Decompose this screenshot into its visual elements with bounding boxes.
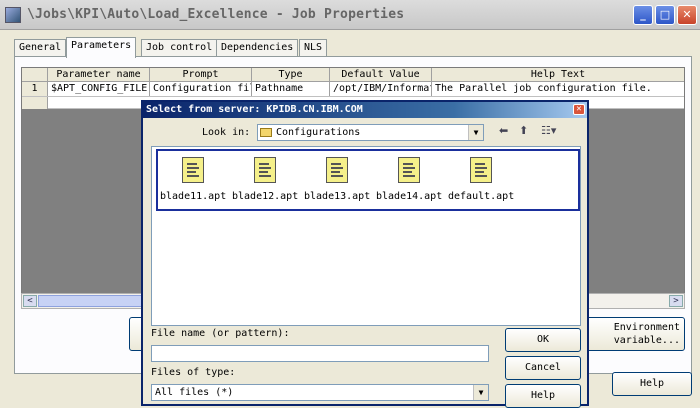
file-name: blade12.apt [232,191,299,202]
window-title-bar: \Jobs\KPI\Auto\Load_Excellence - Job Pro… [0,0,700,30]
row-number [22,97,48,109]
window-title: \Jobs\KPI\Auto\Load_Excellence - Job Pro… [27,7,405,22]
column-header[interactable]: Parameter name [48,68,150,82]
files-of-type-label: Files of type: [151,367,236,378]
row-number: 1 [22,82,48,96]
selection-box: blade11.apt blade12.apt blade13.apt blad… [156,149,580,211]
default-value-cell[interactable]: /opt/IBM/Informat [330,82,432,96]
files-of-type-value: All files (*) [155,387,234,398]
tab-nls[interactable]: NLS [299,39,328,57]
look-in-label: Look in: [202,127,251,138]
dialog-help-button[interactable]: Help [505,384,581,408]
tab-parameters[interactable]: Parameters [66,37,137,58]
document-icon [470,157,492,183]
tab-dependencies[interactable]: Dependencies [216,39,299,57]
file-list[interactable]: blade11.apt blade12.apt blade13.apt blad… [151,146,581,326]
files-of-type-dropdown[interactable]: All files (*) ▼ [151,384,489,401]
up-folder-icon[interactable]: ⬆ [519,124,528,138]
grid-header: Parameter name Prompt Type Default Value… [22,68,684,82]
file-name: blade11.apt [160,191,227,202]
column-header[interactable]: Default Value [330,68,432,82]
column-header[interactable]: Type [252,68,330,82]
view-menu-icon[interactable]: ☷▾ [541,124,556,138]
type-cell[interactable]: Pathname [252,82,330,96]
row-number-header [22,68,48,82]
folder-icon [260,128,272,137]
column-header[interactable]: Help Text [432,68,684,82]
dialog-title: Select from server: KPIDB.CN.IBM.COM [143,102,587,118]
ok-button[interactable]: OK [505,328,581,352]
close-button[interactable]: ✕ [677,5,697,25]
file-name-input[interactable] [151,345,489,362]
scroll-left-button[interactable]: < [23,295,37,307]
help-text-cell[interactable]: The Parallel job configuration file. [432,82,684,96]
document-icon [398,157,420,183]
tab-job-control[interactable]: Job control [141,39,218,57]
look-in-value: Configurations [276,127,361,138]
dialog-close-button[interactable]: ✕ [573,104,585,115]
environment-variable-button[interactable]: Environment variable... [585,317,685,351]
file-name-label: File name (or pattern): [151,328,290,339]
file-name: default.apt [448,191,515,202]
maximize-button[interactable]: □ [655,5,675,25]
file-item[interactable]: blade11.apt [160,157,226,207]
scroll-right-button[interactable]: > [669,295,683,307]
document-icon [182,157,204,183]
file-item[interactable]: blade13.apt [304,157,370,207]
file-name: blade14.apt [376,191,443,202]
document-icon [254,157,276,183]
file-item[interactable]: blade12.apt [232,157,298,207]
file-name: blade13.apt [304,191,371,202]
chevron-down-icon: ▼ [468,125,483,140]
scroll-thumb[interactable] [38,295,148,307]
param-name-cell[interactable]: $APT_CONFIG_FILE [48,82,150,96]
prompt-cell[interactable]: Configuration fil [150,82,252,96]
chevron-down-icon: ▼ [473,385,488,400]
document-icon [326,157,348,183]
back-arrow-icon[interactable]: ⬅ [499,124,508,138]
cancel-button[interactable]: Cancel [505,356,581,380]
file-item[interactable]: blade14.apt [376,157,442,207]
help-button[interactable]: Help [612,372,692,396]
column-header[interactable]: Prompt [150,68,252,82]
select-from-server-dialog: Select from server: KPIDB.CN.IBM.COM ✕ L… [141,100,589,408]
app-icon [5,7,21,23]
look-in-dropdown[interactable]: Configurations ▼ [257,124,484,141]
minimize-button[interactable]: _ [633,5,653,25]
file-item[interactable]: default.apt [448,157,514,207]
tab-general[interactable]: General [14,39,67,57]
table-row[interactable]: 1 $APT_CONFIG_FILE Configuration fil Pat… [22,82,684,97]
